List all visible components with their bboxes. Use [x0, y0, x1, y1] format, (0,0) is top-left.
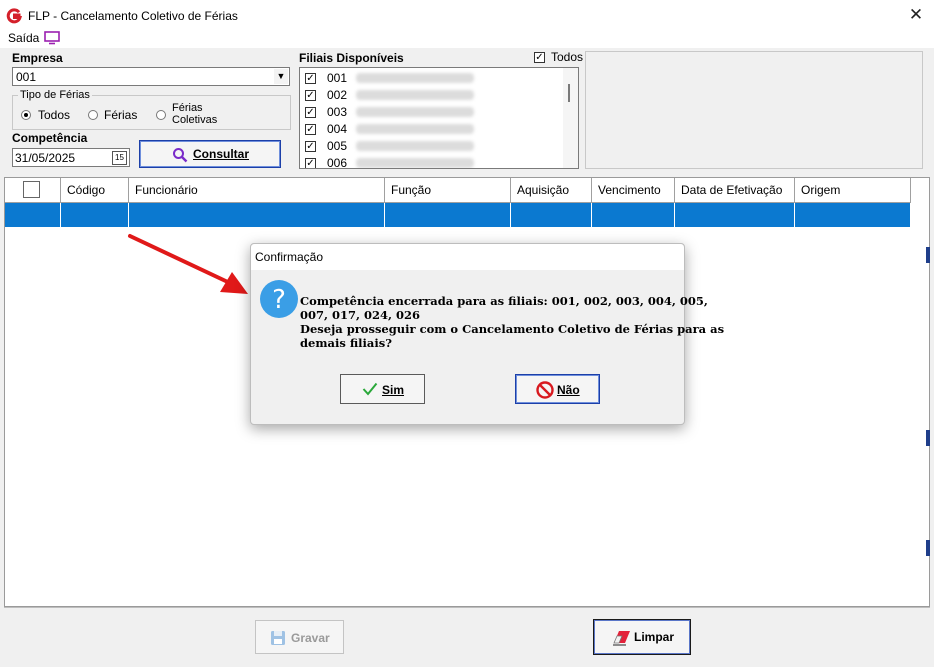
nao-button[interactable]: Não [515, 374, 600, 404]
close-icon[interactable]: ✕ [905, 5, 927, 25]
grid-header-codigo[interactable]: Código [61, 178, 129, 202]
filial-checkbox[interactable]: ✓ [305, 158, 316, 168]
filiais-label: Filiais Disponíveis [299, 51, 404, 65]
grid-header-funcao[interactable]: Função [385, 178, 511, 202]
radio-ferias-coletivas[interactable] [156, 110, 166, 120]
limpar-button[interactable]: Limpar [593, 619, 691, 655]
filial-name-blurred [356, 107, 474, 117]
radio-todos[interactable] [21, 110, 31, 120]
dialog-title: Confirmação [255, 250, 324, 264]
menu-item-saida[interactable]: Saída [8, 31, 39, 45]
filial-code: 003 [327, 105, 348, 119]
grid-header-funcionario[interactable]: Funcionário [129, 178, 385, 202]
radio-ferias-coletivas-label: Férias Coletivas [172, 102, 218, 126]
competencia-value: 31/05/2025 [15, 151, 76, 165]
right-panel [585, 51, 923, 169]
empresa-label: Empresa [12, 51, 63, 65]
chevron-down-icon[interactable]: ▼ [274, 69, 288, 84]
empresa-select[interactable]: 001 ▼ [12, 67, 290, 86]
filial-name-blurred [356, 141, 474, 151]
edge-marker [926, 430, 930, 446]
dialog-message: Competência encerrada para as filiais: 0… [300, 294, 725, 350]
select-all-checkbox[interactable] [23, 181, 40, 198]
radio-ferias-label: Férias [104, 108, 138, 122]
filial-code: 005 [327, 139, 348, 153]
dialog-message-line: Deseja prosseguir com o Cancelamento Col… [300, 322, 725, 336]
monitor-icon[interactable] [44, 31, 60, 45]
checkmark-icon [362, 382, 378, 399]
filial-code: 001 [327, 71, 348, 85]
grid-selected-row-cell[interactable] [385, 203, 511, 227]
todos-checkbox-label: Todos [551, 50, 584, 64]
grid-header-vencimento[interactable]: Vencimento [592, 178, 675, 202]
nao-label: Não [557, 383, 580, 397]
svg-text:?: ? [272, 285, 286, 315]
competencia-label: Competência [12, 131, 88, 145]
empresa-value: 001 [16, 70, 37, 84]
filial-checkbox[interactable]: ✓ [305, 90, 316, 101]
filial-name-blurred [356, 90, 474, 100]
radio-todos-label: Todos [38, 108, 71, 122]
competencia-date-field[interactable]: 31/05/2025 15 [12, 148, 130, 167]
tipo-ferias-legend: Tipo de Férias [18, 89, 92, 101]
dialog-message-line: demais filiais? [300, 336, 392, 350]
grid-header-select[interactable] [5, 178, 61, 202]
calendar-icon[interactable]: 15 [112, 151, 127, 165]
scrollbar-thumb[interactable] [568, 84, 570, 102]
grid-selected-row-cell[interactable] [5, 203, 61, 227]
eraser-icon [612, 630, 632, 649]
edge-marker [926, 540, 930, 556]
grid-header-data-efetivacao[interactable]: Data de Efetivação [675, 178, 795, 202]
bottom-panel [4, 607, 930, 666]
no-entry-icon [536, 381, 554, 402]
window-title: FLP - Cancelamento Coletivo de Férias [28, 9, 238, 23]
filial-name-blurred [356, 124, 474, 134]
filial-name-blurred [356, 73, 474, 83]
app-logo-icon [6, 8, 22, 24]
consultar-label: Consultar [193, 147, 250, 161]
filiais-scrollbar[interactable] [563, 68, 578, 168]
grid-selected-row-cell[interactable] [61, 203, 129, 227]
todos-checkbox[interactable]: ✓ [534, 52, 545, 63]
grid-selected-row-cell[interactable] [511, 203, 592, 227]
grid-selected-row-cell[interactable] [795, 203, 911, 227]
filial-checkbox[interactable]: ✓ [305, 124, 316, 135]
filiais-list[interactable]: ✓ 001 ✓ 002 ✓ 003 ✓ 004 ✓ 005 ✓ 006 [299, 67, 579, 169]
dialog-message-line: 007, 017, 024, 026 [300, 308, 421, 322]
sim-button[interactable]: Sim [340, 374, 425, 404]
filial-code: 006 [327, 156, 348, 169]
red-arrow-annotation [128, 234, 248, 294]
gravar-label: Gravar [291, 631, 330, 645]
radio-ferias[interactable] [88, 110, 98, 120]
filial-code: 004 [327, 122, 348, 136]
dialog-message-line: Competência encerrada para as filiais: 0… [300, 294, 708, 308]
limpar-label: Limpar [634, 630, 675, 644]
filial-checkbox[interactable]: ✓ [305, 141, 316, 152]
consultar-button[interactable]: Consultar [139, 140, 281, 168]
sim-label: Sim [382, 383, 405, 397]
filial-code: 002 [327, 88, 348, 102]
menu-bar [0, 30, 934, 48]
question-icon: ? [259, 279, 299, 319]
grid-selected-row-cell[interactable] [675, 203, 795, 227]
search-icon [172, 147, 188, 166]
filial-name-blurred [356, 158, 474, 168]
gravar-button[interactable]: Gravar [255, 620, 344, 654]
filial-checkbox[interactable]: ✓ [305, 73, 316, 84]
edge-marker [926, 247, 930, 263]
grid-header-aquisicao[interactable]: Aquisição [511, 178, 592, 202]
filial-checkbox[interactable]: ✓ [305, 107, 316, 118]
grid-selected-row-cell[interactable] [129, 203, 385, 227]
grid-selected-row-cell[interactable] [592, 203, 675, 227]
grid-header-origem[interactable]: Origem [795, 178, 911, 202]
floppy-disk-icon [270, 630, 286, 649]
